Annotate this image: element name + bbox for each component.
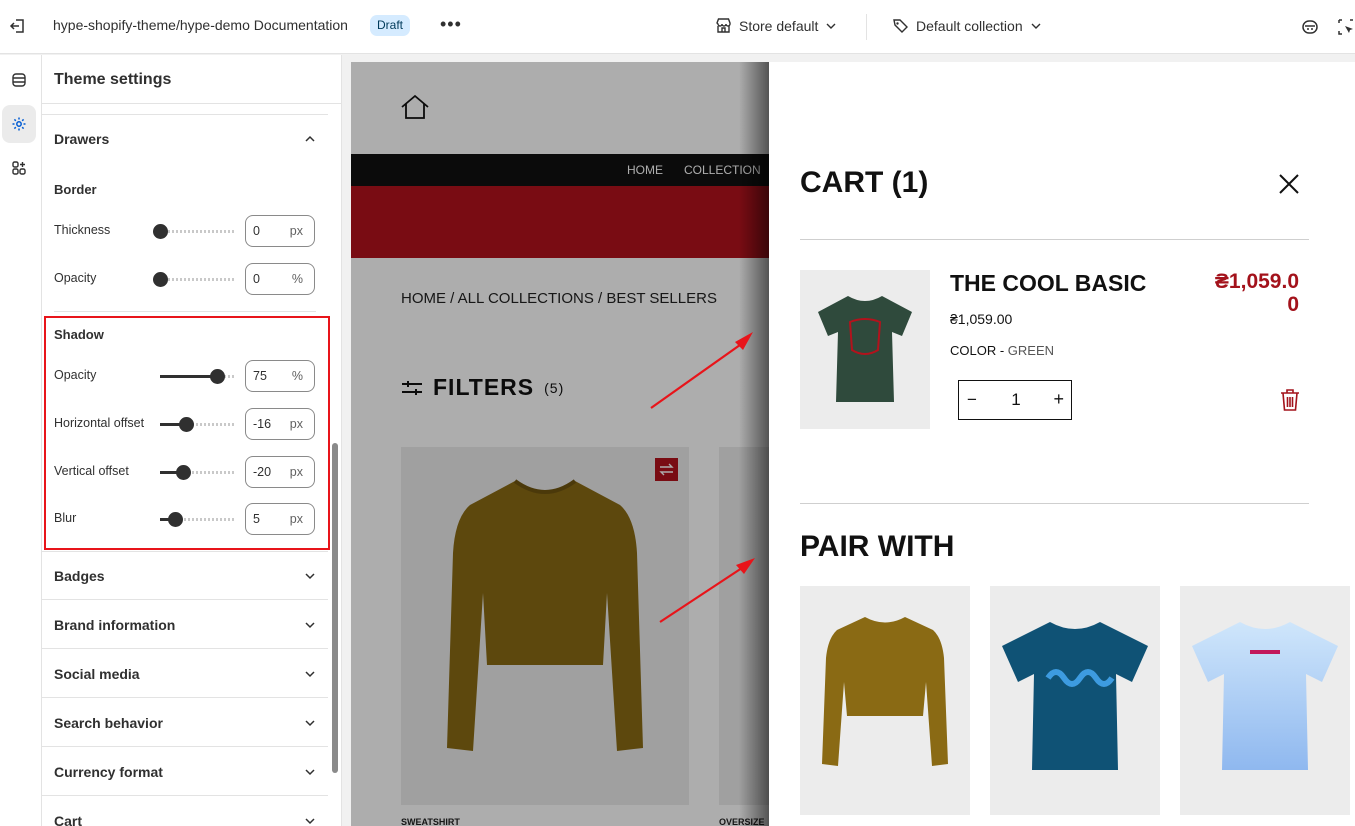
accordion-brand-information-label: Brand information (54, 616, 176, 633)
cart-item-total: ₴1,059.0 0 (1199, 270, 1299, 316)
quantity-decrease-button[interactable]: − (967, 390, 977, 410)
tag-icon (893, 19, 908, 33)
chevron-down-icon (305, 719, 315, 726)
chevron-down-icon (305, 768, 315, 775)
border-opacity-setting: Opacity 0% (54, 263, 316, 295)
storefront-page: HOME COLLECTION HOME / ALL COLLECTIONS /… (351, 62, 779, 826)
slider-knob[interactable] (153, 224, 168, 239)
panel-header-divider (42, 103, 341, 104)
store-icon (716, 18, 731, 33)
border-thickness-label: Thickness (54, 223, 111, 237)
cart-divider (800, 239, 1309, 240)
accordion-drawers[interactable]: Drawers (42, 115, 328, 163)
panel-scrollbar[interactable] (332, 443, 338, 773)
accordion-drawers-label: Drawers (54, 131, 110, 147)
collection-selector-label: Default collection (916, 17, 1023, 34)
trash-icon[interactable] (1279, 388, 1301, 412)
ai-assistant-icon[interactable] (1300, 17, 1320, 37)
accordion-badges[interactable]: Badges (42, 552, 328, 600)
store-selector-label: Store default (739, 17, 819, 34)
cart-item-image[interactable] (800, 270, 930, 429)
top-bar-divider (866, 14, 867, 40)
panel-title: Theme settings (54, 71, 172, 88)
divider (54, 311, 316, 312)
left-rail (0, 55, 42, 826)
slider-knob[interactable] (153, 272, 168, 287)
chevron-down-icon (1031, 23, 1041, 29)
accordion-currency-format[interactable]: Currency format (42, 748, 328, 796)
accordion-search-behavior[interactable]: Search behavior (42, 699, 328, 747)
quantity-increase-button[interactable]: + (1053, 389, 1064, 410)
collection-selector[interactable]: Default collection (892, 17, 1042, 34)
accordion-badges-label: Badges (54, 567, 105, 584)
theme-title: hype-shopify-theme/hype-demo Documentati… (53, 17, 348, 33)
border-thickness-value: 0 (253, 224, 260, 238)
chevron-down-icon (305, 817, 315, 824)
border-thickness-input[interactable]: 0 px (245, 215, 315, 247)
border-thickness-setting: Thickness 0 px (54, 215, 316, 247)
cart-item-total-line1: ₴1,059.0 (1214, 270, 1299, 293)
cart-item-total-line2: 0 (1287, 293, 1299, 316)
cart-title: CART (1) (800, 166, 929, 199)
top-bar: hype-shopify-theme/hype-demo Documentati… (0, 0, 1355, 54)
chevron-down-icon (826, 23, 836, 29)
accordion-brand-information[interactable]: Brand information (42, 601, 328, 649)
theme-settings-button[interactable] (2, 105, 36, 143)
border-thickness-unit: px (289, 224, 303, 238)
apps-button[interactable] (2, 149, 36, 187)
border-opacity-input[interactable]: 0% (245, 263, 315, 295)
close-icon[interactable] (1278, 173, 1300, 195)
accordion-social-media[interactable]: Social media (42, 650, 328, 698)
gear-icon (12, 117, 26, 131)
chevron-down-icon (305, 572, 315, 579)
pair-product-card[interactable] (800, 586, 970, 815)
quantity-stepper: 1 − + (958, 380, 1072, 420)
sections-button[interactable] (2, 61, 36, 99)
cart-drawer: CART (1) THE COOL BASIC ₴1,059.00 COLOR … (769, 62, 1355, 826)
draft-badge: Draft (370, 15, 411, 36)
accordion-cart[interactable]: Cart (42, 797, 328, 826)
accordion-cart-label: Cart (54, 812, 83, 826)
border-opacity-value: 0 (253, 272, 260, 286)
border-heading: Border (54, 182, 97, 197)
pair-product-card[interactable] (990, 586, 1160, 815)
sweatshirt-image (822, 617, 948, 766)
chevron-down-icon (305, 621, 315, 628)
light-blue-tshirt-image (1192, 622, 1338, 770)
cart-item-color-value: GREEN (1007, 343, 1055, 358)
chevron-up-icon (305, 135, 315, 142)
border-opacity-unit: % (291, 272, 303, 286)
green-tshirt-image (818, 296, 912, 402)
theme-preview: HOME COLLECTION HOME / ALL COLLECTIONS /… (351, 62, 1355, 826)
pair-with-title: PAIR WITH (800, 530, 955, 563)
accordion-search-behavior-label: Search behavior (54, 714, 163, 731)
store-selector[interactable]: Store default (715, 17, 837, 34)
accordion-social-media-label: Social media (54, 665, 140, 682)
border-thickness-slider[interactable] (153, 224, 236, 239)
apps-icon (12, 161, 26, 175)
drawer-shadow (739, 62, 771, 826)
shadow-highlight-annotation (44, 316, 330, 550)
cart-item-price: ₴1,059.00 (950, 311, 1013, 327)
navy-tshirt-image (1002, 622, 1148, 770)
more-actions-button[interactable]: ••• (440, 14, 462, 35)
exit-icon[interactable] (8, 16, 28, 36)
pair-product-card[interactable] (1180, 586, 1350, 815)
cart-divider (800, 503, 1309, 504)
border-opacity-label: Opacity (54, 271, 97, 285)
drawer-backdrop[interactable] (351, 62, 769, 826)
sections-icon (12, 73, 26, 87)
chevron-down-icon (305, 670, 315, 677)
border-opacity-slider[interactable] (153, 272, 236, 287)
cart-item-color-label: COLOR - (950, 343, 1008, 358)
accordion-currency-format-label: Currency format (54, 763, 163, 780)
inspector-icon[interactable] (1336, 17, 1355, 37)
cart-item-name[interactable]: THE COOL BASIC (950, 270, 1146, 297)
cart-item-color: COLOR - GREEN (950, 343, 1054, 358)
